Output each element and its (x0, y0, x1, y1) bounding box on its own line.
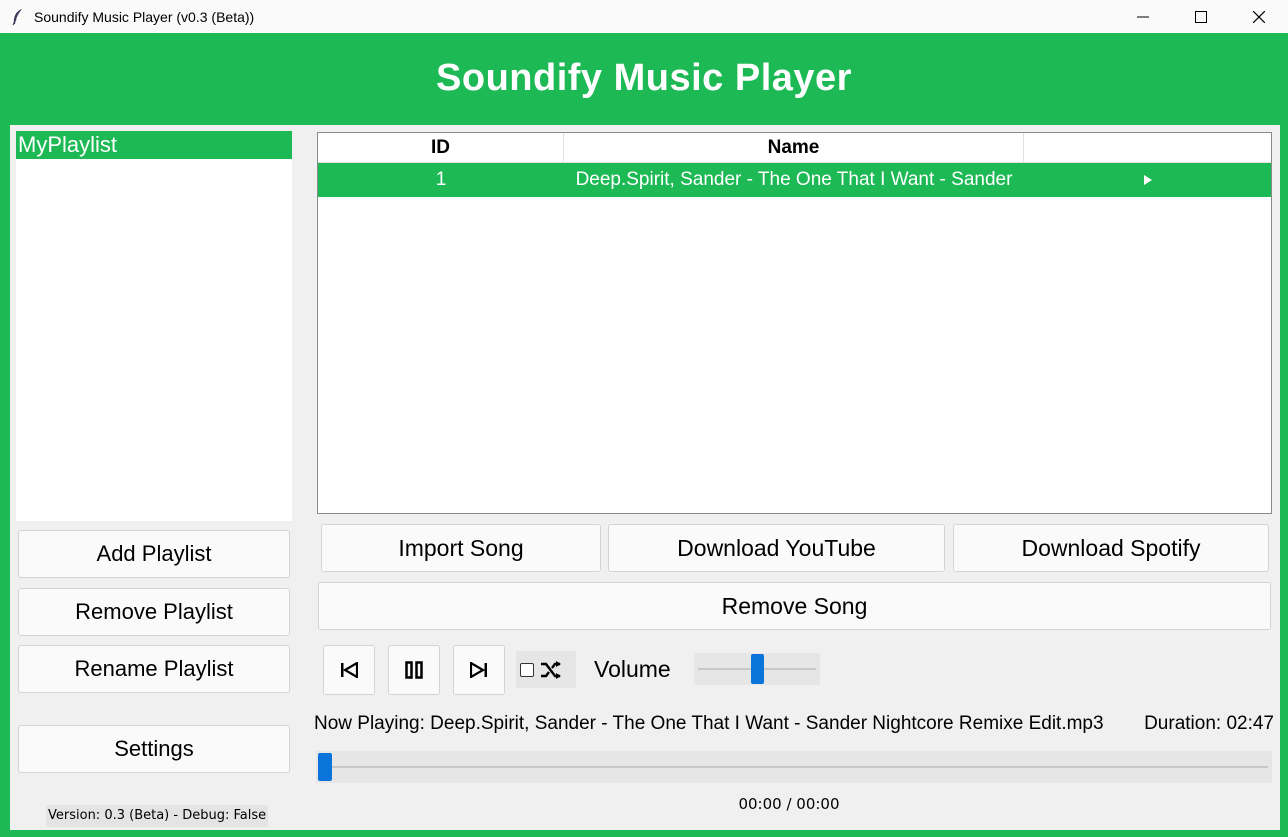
app-title: Soundify Music Player (436, 56, 852, 99)
previous-icon (341, 662, 358, 678)
seek-thumb[interactable] (318, 753, 332, 781)
column-header-name[interactable]: Name (564, 133, 1024, 163)
shuffle-icon (541, 660, 561, 679)
maximize-icon (1195, 10, 1207, 23)
feather-app-icon (12, 8, 22, 25)
close-icon (1253, 10, 1265, 23)
previous-button[interactable] (323, 645, 375, 695)
seek-track (320, 766, 1268, 768)
rename-playlist-button[interactable]: Rename Playlist (18, 645, 290, 693)
add-playlist-button[interactable]: Add Playlist (18, 530, 290, 578)
song-extra-cell (1024, 163, 1271, 197)
duration-label: Duration: 02:47 (1144, 713, 1274, 734)
minimize-icon (1137, 16, 1149, 17)
sidebar: MyPlaylist Add Playlist Remove Playlist … (10, 125, 298, 830)
column-header-id[interactable]: ID (318, 133, 564, 163)
volume-label: Volume (594, 656, 671, 682)
import-song-button[interactable]: Import Song (321, 524, 601, 572)
remove-playlist-button[interactable]: Remove Playlist (18, 588, 290, 636)
song-name-cell: Deep.Spirit, Sander - The One That I Wan… (575, 169, 1013, 190)
remove-song-button[interactable]: Remove Song (318, 582, 1271, 630)
main-panel: ID Name 1 Deep.Spirit, Sander - The One … (298, 125, 1280, 830)
time-label: 00:00 / 00:00 (738, 795, 840, 813)
maximize-button[interactable] (1172, 0, 1230, 33)
column-header-extra[interactable] (1024, 133, 1271, 163)
minimize-button[interactable] (1114, 0, 1172, 33)
volume-thumb[interactable] (751, 654, 764, 684)
song-id-cell: 1 (435, 169, 447, 190)
pause-icon (405, 661, 423, 679)
shuffle-toggle[interactable] (516, 651, 576, 688)
pause-button[interactable] (388, 645, 440, 695)
table-header: ID Name (318, 133, 1271, 163)
table-row[interactable]: 1 Deep.Spirit, Sander - The One That I W… (318, 163, 1271, 197)
settings-button[interactable]: Settings (18, 725, 290, 773)
title-bar: Soundify Music Player (v0.3 (Beta)) (0, 0, 1288, 33)
app-header: Soundify Music Player (0, 33, 1288, 123)
now-playing-label: Now Playing: Deep.Spirit, Sander - The O… (314, 713, 1104, 734)
songs-table[interactable]: ID Name 1 Deep.Spirit, Sander - The One … (317, 132, 1272, 514)
next-button[interactable] (453, 645, 505, 695)
playlist-list[interactable]: MyPlaylist (16, 131, 292, 521)
play-triangle-icon (1143, 174, 1152, 185)
close-button[interactable] (1230, 0, 1288, 33)
download-spotify-button[interactable]: Download Spotify (953, 524, 1269, 572)
next-icon (470, 662, 487, 678)
seek-slider[interactable] (316, 751, 1272, 783)
shuffle-checkbox[interactable] (520, 662, 534, 677)
download-youtube-button[interactable]: Download YouTube (608, 524, 945, 572)
window-title: Soundify Music Player (v0.3 (Beta)) (34, 8, 255, 25)
playlist-item[interactable]: MyPlaylist (16, 131, 292, 159)
volume-slider[interactable] (694, 653, 820, 685)
version-label: Version: 0.3 (Beta) - Debug: False (46, 805, 269, 827)
